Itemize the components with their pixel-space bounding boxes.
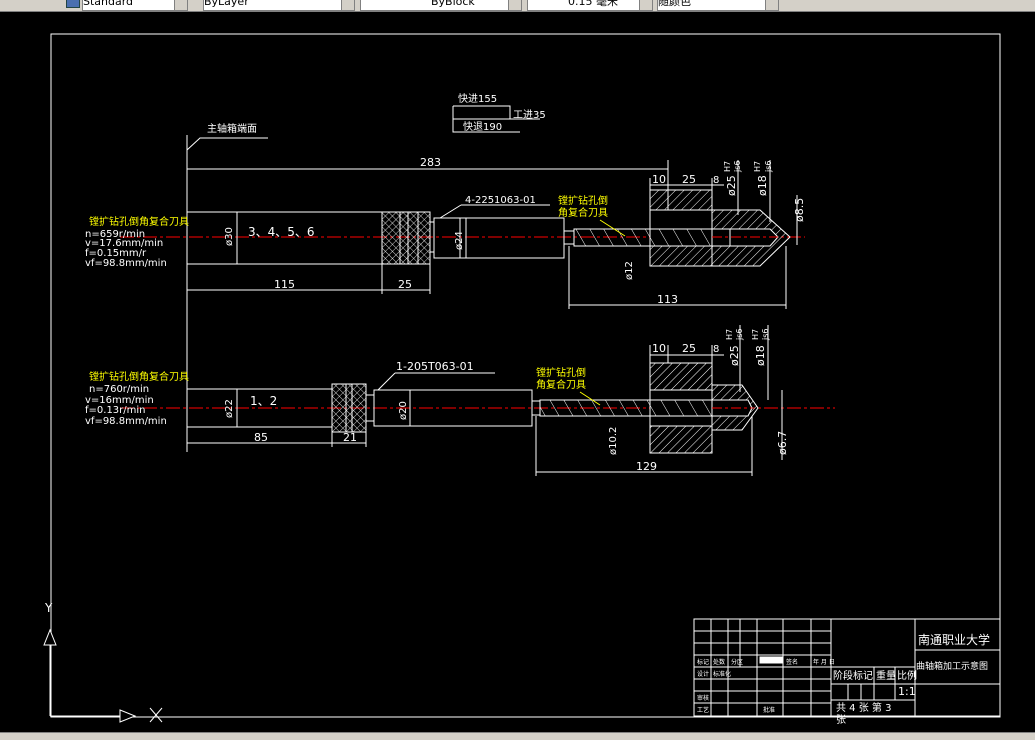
tool1-hole-dia: ø8.5: [793, 198, 806, 222]
sign-label: 签名: [786, 658, 798, 666]
tool1-fit2: ø18: [756, 175, 769, 196]
tool1-ext-dia: ø24: [454, 231, 465, 250]
drawing-canvas[interactable]: 快进155 工进35 快退190 主轴箱端面 283 镗扩钻孔倒角复合刀具 n=…: [0, 12, 1035, 732]
stage-label: 阶段标记: [833, 669, 873, 682]
tool2-hole-dia: ø6.7: [776, 431, 789, 455]
layer-value: ByLayer: [204, 0, 249, 8]
tool1-fit1-tol-top: H7: [723, 161, 732, 172]
tool2-tool-name-l2: 角复合刀具: [536, 378, 586, 391]
scale-value: 1:1: [898, 685, 916, 698]
tool2-dim-25: 25: [682, 342, 696, 355]
tool2-feed: f=0.13r/min: [85, 405, 146, 416]
tool1-knurled-nut: [381, 211, 431, 265]
drawing-frame: [50, 33, 1001, 718]
tool1-shank-len: 115: [274, 278, 295, 291]
tool2-fit2: ø18: [754, 345, 767, 366]
linetype-select[interactable]: ByBlock: [360, 0, 522, 11]
tool1-fit2-tol-top: H7: [753, 161, 762, 172]
tool1-feed-rate: vf=98.8mm/min: [85, 258, 167, 269]
tool2-speed: n=760r/min: [89, 384, 149, 395]
tool1-nut-len: 25: [398, 278, 412, 291]
design-label: 设计: [697, 670, 709, 678]
tool2-tool-name-l1: 镗扩钻孔倒: [536, 366, 586, 379]
tool2-fit1-tol-bottom: js6: [735, 329, 744, 341]
tool2-ext-dia: ø20: [398, 401, 409, 420]
spindle-face-leader: [186, 137, 268, 151]
tool2-nut-len: 21: [343, 431, 357, 444]
school-name: 南通职业大学: [918, 632, 990, 647]
weight-label: 重量: [876, 669, 896, 682]
linetype-value: ByBlock: [431, 0, 475, 8]
ucs-y-label: Y: [44, 601, 53, 615]
tool2-dim-10: 10: [652, 342, 666, 355]
date-label: 年 月 日: [813, 658, 835, 666]
properties-toolbar: Standard ByLayer ByBlock 0.15 毫米 随颜色: [0, 0, 1035, 12]
sheets-text: 共 4 张 第 3: [836, 701, 891, 714]
tool2-fit2-tol-top: H7: [751, 329, 760, 340]
scale-label: 比例: [897, 669, 917, 682]
lineweight-select[interactable]: 0.15 毫米: [527, 0, 653, 11]
tool1-fit1-tol-bottom: js6: [733, 161, 742, 173]
tool1-tool-name-l1: 镗扩钻孔倒: [558, 194, 608, 207]
tool1-dim-8: 8: [713, 175, 719, 186]
tool2-positions: 1、2: [250, 394, 277, 408]
process-label: 工艺: [697, 706, 709, 714]
layer-select[interactable]: ByLayer: [203, 0, 355, 11]
tool1-tool-len: 113: [657, 293, 678, 306]
standard-label: 标准化: [713, 670, 731, 678]
tool2-shank-dia: ø22: [224, 399, 235, 418]
tool1-positions: 3、4、5、6: [248, 225, 315, 239]
sheets-text-cont: 张: [836, 714, 846, 726]
tool2-feed-rate: vf=98.8mm/min: [85, 416, 167, 427]
tool1-params-title: 镗扩钻孔倒角复合刀具: [89, 215, 189, 228]
plotstyle-value: 随颜色: [658, 0, 691, 8]
tool2-fit2-tol-bottom: js6: [761, 329, 770, 341]
tool1-assembly: [120, 189, 805, 267]
review-label: 审核: [697, 694, 709, 702]
spindle-face-label: 主轴箱端面: [207, 122, 257, 135]
count-label: 处数: [713, 658, 725, 666]
fast-advance-label: 快进155: [458, 93, 497, 105]
tool2-part-no: 1-205T063-01: [396, 360, 474, 373]
text-style-value: Standard: [83, 0, 134, 8]
total-length-dim: 283: [420, 156, 441, 169]
text-style-select[interactable]: Standard: [82, 0, 188, 11]
tool1-tool-dia: ø12: [624, 261, 635, 280]
zone-label: 分区: [731, 658, 743, 666]
tool1-fit2-tol-bottom: js6: [764, 161, 773, 173]
drawing-title: 曲轴箱加工示意图: [916, 660, 988, 672]
tool2-params-title: 镗扩钻孔倒角复合刀具: [89, 370, 189, 383]
tool2-tool-dia: ø10.2: [608, 427, 619, 455]
tool2-tool-len: 129: [636, 460, 657, 473]
tool1-fit1: ø25: [725, 175, 738, 196]
text-style-icon[interactable]: [66, 0, 80, 8]
fast-return-label: 快退190: [463, 121, 502, 133]
ucs-icon: [43, 628, 163, 723]
tool2-knurled-nut: [331, 383, 367, 433]
tool2-fit1: ø25: [728, 345, 741, 366]
tool1-dim-10: 10: [652, 173, 666, 186]
approve-label: 批准: [763, 706, 775, 714]
tool1-shank-dia: ø30: [224, 227, 235, 246]
tool2-fit1-tol-top: H7: [725, 329, 734, 340]
lineweight-value: 0.15 毫米: [568, 0, 618, 8]
tool1-part-no: 4-2251063-01: [465, 195, 536, 206]
tool1-tool-name-l2: 角复合刀具: [558, 206, 608, 219]
tool2-dim-8: 8: [713, 344, 719, 355]
plotstyle-select[interactable]: 随颜色: [657, 0, 779, 11]
work-feed-label: 工进35: [513, 109, 546, 121]
mark-label: 标记: [697, 658, 709, 666]
tool2-shank-len: 85: [254, 431, 268, 444]
tool1-dim-25: 25: [682, 173, 696, 186]
